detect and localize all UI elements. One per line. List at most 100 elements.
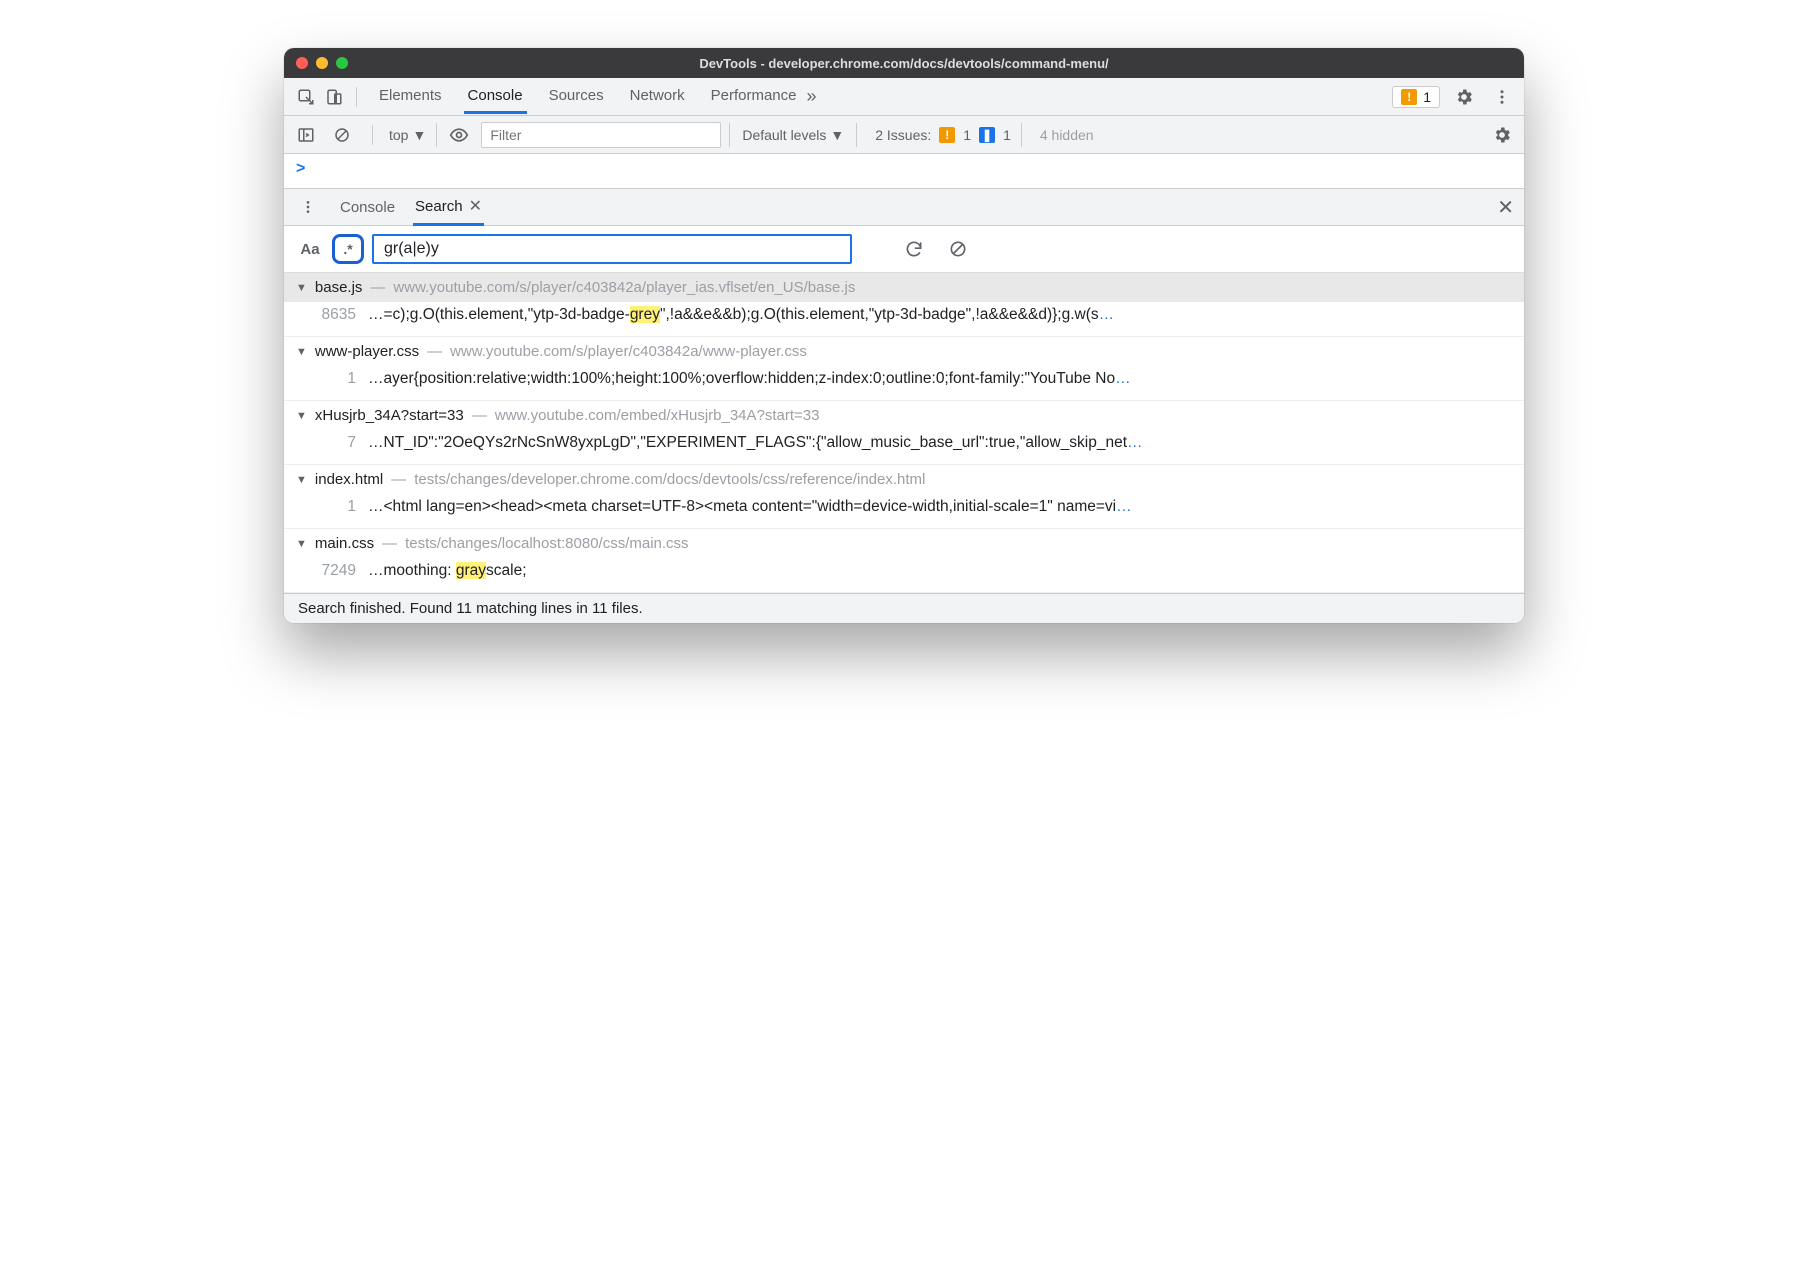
match-snippet: …NT_ID":"2OeQYs2rNcSnW8yxpLgD","EXPERIME… [368,434,1143,452]
console-settings-gear-icon[interactable] [1488,121,1516,149]
console-prompt: > [296,160,305,177]
clear-search-icon[interactable] [944,235,972,263]
traffic-lights [296,57,348,69]
result-file-group: ▼index.html—tests/changes/developer.chro… [284,465,1524,529]
line-number: 1 [312,498,356,516]
truncation-ellipsis: … [1115,370,1131,387]
kebab-menu-icon[interactable] [1488,83,1516,111]
match-case-button[interactable]: Aa [296,241,324,258]
result-file-group: ▼main.css—tests/changes/localhost:8080/c… [284,529,1524,593]
match-highlight: gray [456,562,486,579]
tab-elements[interactable]: Elements [375,79,446,114]
result-file-group: ▼ www-player.css — www.youtube.com/s/player… [284,337,1524,401]
dash: — [370,279,385,296]
issues-pill[interactable]: ! 1 [1392,86,1440,108]
console-body[interactable]: > [284,154,1524,188]
line-number: 8635 [312,306,356,324]
devtools-window: DevTools - developer.chrome.com/docs/dev… [284,48,1524,623]
drawer-kebab-icon[interactable] [294,193,322,221]
console-toolbar: top ▼ Default levels ▼ 2 Issues: ! 1 ❚ 1… [284,116,1524,154]
drawer-tabbar: Console Search ✕ ✕ [284,188,1524,226]
result-match-row[interactable]: 8635 …=c);g.O(this.element,"ytp-3d-badge-… [284,302,1524,336]
result-file-header[interactable]: ▼ www-player.css — www.youtube.com/s/player… [284,337,1524,366]
disclosure-triangle-icon: ▼ [296,538,307,550]
result-match-row[interactable]: 7 …NT_ID":"2OeQYs2rNcSnW8yxpLgD","EXPERIM… [284,430,1524,464]
chevron-down-icon: ▼ [412,127,426,143]
match-highlight: grey [630,306,660,323]
window-minimize-button[interactable] [316,57,328,69]
disclosure-triangle-icon: ▼ [296,282,307,294]
dash: — [427,343,442,360]
context-selector[interactable]: top ▼ [389,123,437,147]
dash: — [382,535,397,552]
result-file-name: xHusjrb_34A?start=33 [315,407,464,424]
result-file-group: ▼xHusjrb_34A?start=33—www.youtube.com/em… [284,401,1524,465]
window-zoom-button[interactable] [336,57,348,69]
line-number: 7249 [312,562,356,580]
drawer-tab-search[interactable]: Search ✕ [413,188,484,226]
tab-console[interactable]: Console [464,79,527,114]
drawer-tab-search-label: Search [415,198,463,215]
status-bar: Search finished. Found 11 matching lines… [284,593,1524,623]
result-file-path: www.youtube.com/s/player/c403842a/www-pl… [450,343,807,360]
result-file-group: ▼base.js—www.youtube.com/s/player/c40384… [284,273,1524,337]
warning-icon: ! [939,127,955,143]
result-file-header[interactable]: ▼index.html—tests/changes/developer.chro… [284,465,1524,494]
result-match-row[interactable]: 1 …<html lang=en><head><meta charset=UTF-… [284,494,1524,528]
drawer-close-icon[interactable]: ✕ [1497,195,1514,220]
truncation-ellipsis: … [1099,306,1115,323]
warn-count: 1 [963,127,971,143]
dash: — [391,471,406,488]
refresh-search-icon[interactable] [900,235,928,263]
result-file-name: main.css [315,535,374,552]
filter-input[interactable] [481,122,721,148]
warning-icon: ! [1401,89,1417,105]
info-icon: ❚ [979,127,995,143]
main-tabbar: Elements Console Sources Network Perform… [284,78,1524,116]
match-snippet: …moothing: grayscale; [368,562,527,580]
tab-performance[interactable]: Performance [707,79,801,114]
window-title: DevTools - developer.chrome.com/docs/dev… [284,56,1524,71]
tab-sources[interactable]: Sources [545,79,608,114]
result-file-name: www-player.css [315,343,419,360]
close-tab-icon[interactable]: ✕ [469,196,482,216]
toggle-sidebar-icon[interactable] [292,121,320,149]
line-number: 1 [312,370,356,388]
disclosure-triangle-icon: ▼ [296,474,307,486]
issues-summary[interactable]: 2 Issues: ! 1 ❚ 1 [865,123,1022,147]
result-file-header[interactable]: ▼base.js—www.youtube.com/s/player/c40384… [284,273,1524,302]
drawer-tab-console[interactable]: Console [338,191,397,223]
result-file-path: www.youtube.com/s/player/c403842a/player… [393,279,855,296]
regex-toggle-button[interactable]: .* [332,234,364,264]
result-match-row[interactable]: 1…ayer{position:relative;width:100%;heig… [284,366,1524,400]
live-expression-icon[interactable] [445,121,473,149]
search-results: ▼base.js—www.youtube.com/s/player/c40384… [284,273,1524,593]
match-snippet: …=c);g.O(this.element,"ytp-3d-badge-grey… [368,306,1114,324]
disclosure-triangle-icon: ▼ [296,410,307,422]
search-input[interactable] [372,234,852,264]
result-file-path: tests/changes/developer.chrome.com/docs/… [414,471,925,488]
match-snippet: …<html lang=en><head><meta charset=UTF-8… [368,498,1132,516]
levels-label: Default levels [742,127,826,143]
context-label: top [389,127,408,143]
titlebar: DevTools - developer.chrome.com/docs/dev… [284,48,1524,78]
disclosure-triangle-icon: ▼ [296,346,307,358]
result-file-header[interactable]: ▼main.css—tests/changes/localhost:8080/c… [284,529,1524,558]
more-tabs-button[interactable]: » [801,86,823,107]
result-file-header[interactable]: ▼xHusjrb_34A?start=33—www.youtube.com/em… [284,401,1524,430]
settings-gear-icon[interactable] [1450,83,1478,111]
panel-tabs: Elements Console Sources Network Perform… [375,79,801,114]
log-levels-selector[interactable]: Default levels ▼ [729,123,857,147]
clear-console-icon[interactable] [328,121,356,149]
window-close-button[interactable] [296,57,308,69]
tab-network[interactable]: Network [626,79,689,114]
device-toolbar-icon[interactable] [320,83,348,111]
result-match-row[interactable]: 7249 …moothing: grayscale; [284,558,1524,592]
inspect-element-icon[interactable] [292,83,320,111]
hidden-messages[interactable]: 4 hidden [1030,127,1104,143]
line-number: 7 [312,434,356,452]
issues-pill-count: 1 [1423,89,1431,105]
issues-label: 2 Issues: [875,127,931,143]
separator [372,125,373,145]
separator [356,87,357,107]
